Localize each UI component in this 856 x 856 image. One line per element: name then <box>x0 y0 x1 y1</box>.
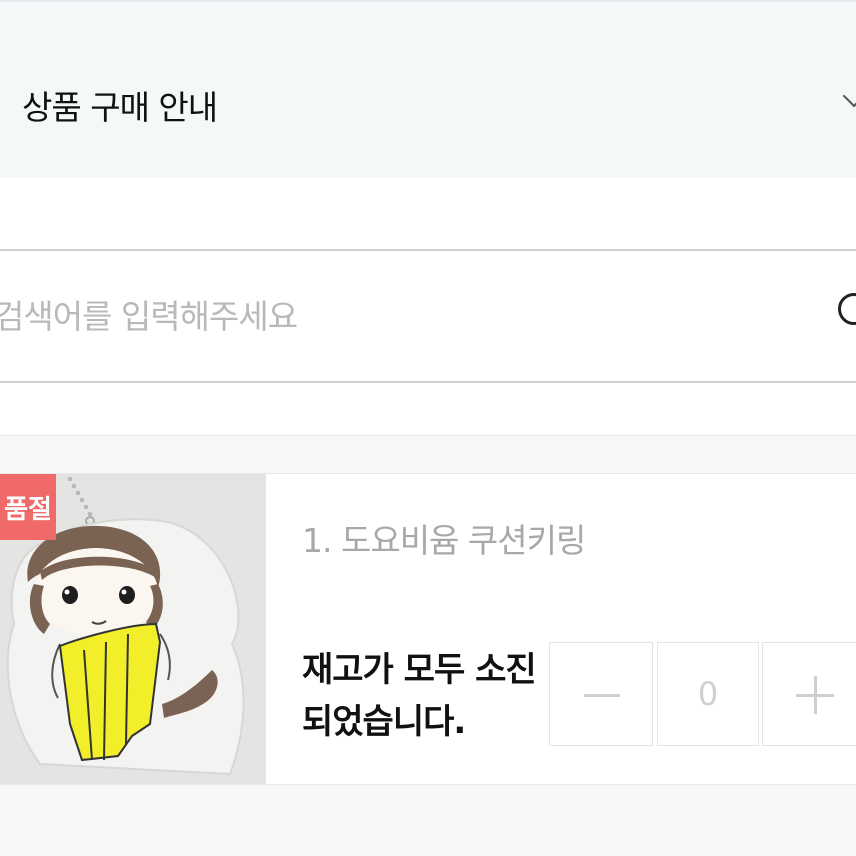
accordion-title: 상품 구매 안내 <box>22 88 218 127</box>
soldout-badge: 품절 <box>0 474 56 540</box>
search-box[interactable] <box>0 249 856 383</box>
quantity-value: 0 <box>657 642 759 746</box>
search-input[interactable] <box>0 285 786 347</box>
purchase-guide-accordion[interactable]: 상품 구매 안내 <box>0 0 856 178</box>
product-thumbnail: 품절 <box>0 474 266 784</box>
minus-icon <box>584 694 620 697</box>
chevron-down-icon[interactable] <box>842 84 856 108</box>
spacer <box>0 178 856 250</box>
product-name: 1. 도요비윰 쿠션키링 <box>302 521 586 560</box>
plus-icon-vertical <box>814 676 817 714</box>
quantity-increase-button[interactable] <box>762 642 856 746</box>
stock-message: 재고가 모두 소진되었습니다. <box>302 650 537 742</box>
spacer <box>0 383 856 435</box>
product-item: 품절 1. 도요비윰 쿠션키링 재고가 모두 소진되었습니다. 0 <box>0 473 856 785</box>
quantity-decrease-button[interactable] <box>549 642 653 746</box>
